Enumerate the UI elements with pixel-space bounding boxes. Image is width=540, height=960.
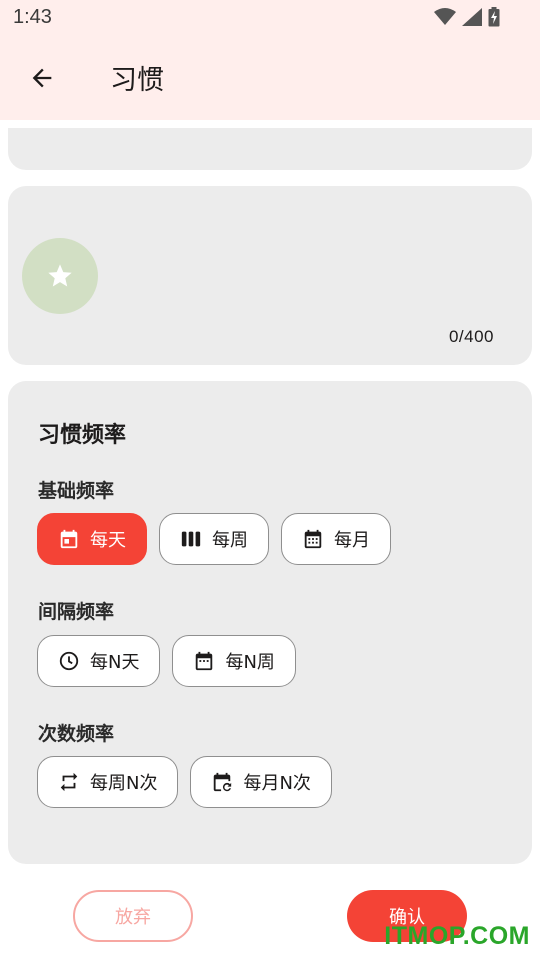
chip-every-n-weeks-label: 每N周 (225, 652, 275, 673)
calendar-month-icon (304, 529, 322, 549)
calendar-repeat-icon (214, 772, 232, 792)
page-title: 习惯 (110, 65, 164, 96)
star-icon (48, 264, 72, 287)
arrow-back-icon (32, 68, 52, 88)
interval-frequency-chips: 每N天 每N周 (37, 635, 296, 687)
chip-n-times-per-month[interactable]: 每月N次 (190, 756, 332, 808)
chip-n-times-per-week[interactable]: 每周N次 (37, 756, 179, 808)
status-icons (434, 7, 500, 27)
frequency-section-title: 习惯频率 (38, 423, 127, 448)
status-time: 1:43 (13, 6, 52, 28)
interval-frequency-label: 间隔频率 (38, 601, 115, 623)
description-char-counter: 0/400 (448, 327, 494, 346)
count-frequency-chips: 每周N次 每月N次 (37, 756, 332, 808)
watermark-logo: ITMOP.COM (384, 922, 530, 950)
chip-weekly[interactable]: 每周 (159, 513, 269, 565)
chip-every-n-days[interactable]: 每N天 (37, 635, 161, 687)
chip-n-times-per-week-label: 每周N次 (90, 773, 158, 794)
icon-picker-button[interactable] (22, 238, 98, 314)
basic-frequency-chips: 每天 每周 每月 (37, 513, 391, 565)
description-card[interactable]: 0/400 (8, 186, 532, 365)
signal-icon (462, 8, 482, 26)
chip-weekly-label: 每周 (212, 530, 248, 551)
calendar-today-icon (60, 529, 78, 549)
chip-every-n-days-label: 每N天 (90, 652, 140, 673)
discard-button[interactable]: 放弃 (73, 890, 193, 942)
wifi-icon (434, 8, 456, 25)
basic-frequency-label: 基础频率 (38, 480, 115, 502)
count-frequency-label: 次数频率 (38, 723, 115, 745)
clock-icon (59, 651, 79, 671)
repeat-icon (60, 772, 78, 792)
app-bar: 习惯 (0, 36, 540, 120)
calendar-icon (196, 651, 213, 671)
chip-every-n-weeks[interactable]: 每N周 (172, 635, 296, 687)
chip-monthly-label: 每月 (334, 530, 370, 551)
chip-monthly[interactable]: 每月 (281, 513, 391, 565)
chip-daily[interactable]: 每天 (37, 513, 147, 565)
habit-name-card[interactable] (8, 128, 532, 170)
back-button[interactable] (24, 60, 60, 96)
chip-n-times-per-month-label: 每月N次 (243, 773, 311, 794)
battery-icon (488, 7, 500, 27)
frequency-card: 习惯频率 基础频率 每天 每周 每月 间隔频率 每N天 每N周 次数频率 每周N… (8, 381, 532, 864)
status-bar: 1:43 (0, 0, 540, 36)
week-bars-icon (181, 531, 201, 547)
chip-daily-label: 每天 (90, 530, 126, 551)
